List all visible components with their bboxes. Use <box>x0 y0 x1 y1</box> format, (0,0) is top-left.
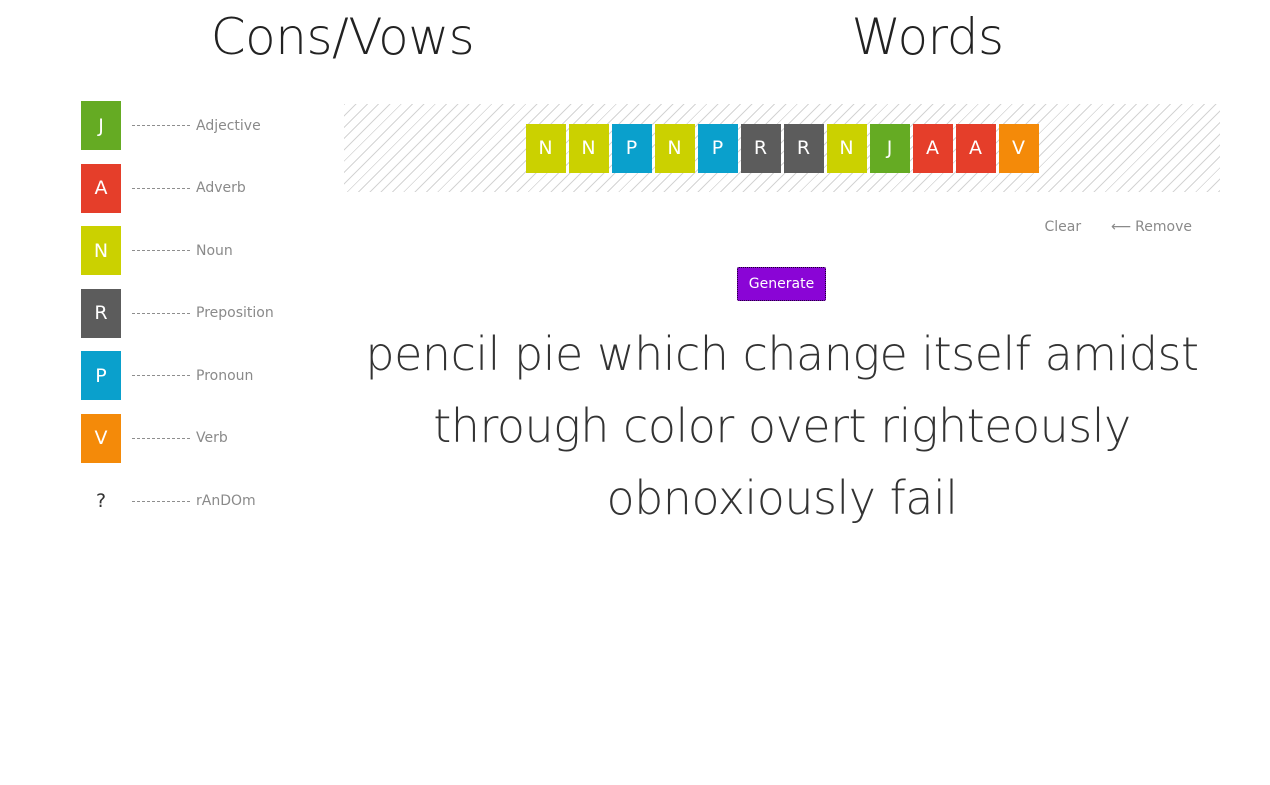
word-pattern-strip: N N P N P R R N J A A V <box>344 104 1220 192</box>
pattern-tile[interactable]: N <box>525 123 566 173</box>
pattern-tile[interactable]: P <box>611 123 652 173</box>
remove-link[interactable]: ⟵ Remove <box>1111 219 1192 235</box>
pattern-tiles: N N P N P R R N J A A V <box>525 123 1039 173</box>
pattern-tile[interactable]: N <box>826 123 867 173</box>
legend-item-preposition[interactable]: R Preposition <box>81 288 321 338</box>
legend-dash <box>132 500 190 502</box>
legend-label-random: rAnDOm <box>196 493 256 510</box>
left-arrow-icon: ⟵ <box>1111 219 1132 235</box>
legend-dash <box>132 437 190 439</box>
legend-label-pronoun: Pronoun <box>196 367 254 384</box>
words-heading: Words <box>851 8 1004 66</box>
pronoun-tile[interactable]: P <box>81 351 121 401</box>
pattern-tile[interactable]: R <box>740 123 781 173</box>
remove-label: Remove <box>1135 219 1192 235</box>
legend-label-noun: Noun <box>196 242 233 259</box>
legend-item-verb[interactable]: V Verb <box>81 413 321 463</box>
pattern-tile[interactable]: P <box>697 123 738 173</box>
legend-dash <box>132 187 190 189</box>
cons-vows-heading: Cons/Vows <box>210 8 475 66</box>
legend-item-pronoun[interactable]: P Pronoun <box>81 351 321 401</box>
random-tile[interactable]: ? <box>81 477 121 526</box>
legend-dash <box>132 250 190 252</box>
legend-item-random[interactable]: ? rAnDOm <box>81 477 321 526</box>
legend-label-adjective: Adjective <box>196 117 261 134</box>
app-root: Cons/Vows Words J Adjective A Adverb N N… <box>0 0 1270 785</box>
pattern-tile[interactable]: R <box>783 123 824 173</box>
noun-tile[interactable]: N <box>81 226 121 276</box>
legend-item-adjective[interactable]: J Adjective <box>81 101 321 150</box>
part-of-speech-legend: J Adjective A Adverb N Noun R Prepositio… <box>81 101 321 539</box>
clear-link[interactable]: Clear <box>1044 219 1081 235</box>
pattern-tile[interactable]: N <box>654 123 695 173</box>
legend-dash <box>132 312 190 314</box>
generate-button[interactable]: Generate <box>737 267 826 301</box>
adverb-tile[interactable]: A <box>81 163 121 213</box>
preposition-tile[interactable]: R <box>81 288 121 338</box>
legend-dash <box>132 125 190 126</box>
legend-item-noun[interactable]: N Noun <box>81 226 321 276</box>
pattern-tile[interactable]: J <box>869 123 910 173</box>
legend-label-preposition: Preposition <box>196 305 274 322</box>
legend-label-verb: Verb <box>196 430 228 447</box>
verb-tile[interactable]: V <box>81 413 121 463</box>
legend-label-adverb: Adverb <box>196 180 246 197</box>
pattern-controls: Clear ⟵ Remove <box>1044 219 1192 235</box>
legend-item-adverb[interactable]: A Adverb <box>81 163 321 213</box>
pattern-tile[interactable]: A <box>912 123 953 173</box>
generated-sentence: pencil pie which change itself amidst th… <box>365 327 1199 525</box>
adjective-tile[interactable]: J <box>81 101 121 150</box>
legend-dash <box>132 375 190 377</box>
pattern-tile[interactable]: V <box>998 123 1039 173</box>
pattern-tile[interactable]: N <box>568 123 609 173</box>
pattern-tile[interactable]: A <box>955 123 996 173</box>
